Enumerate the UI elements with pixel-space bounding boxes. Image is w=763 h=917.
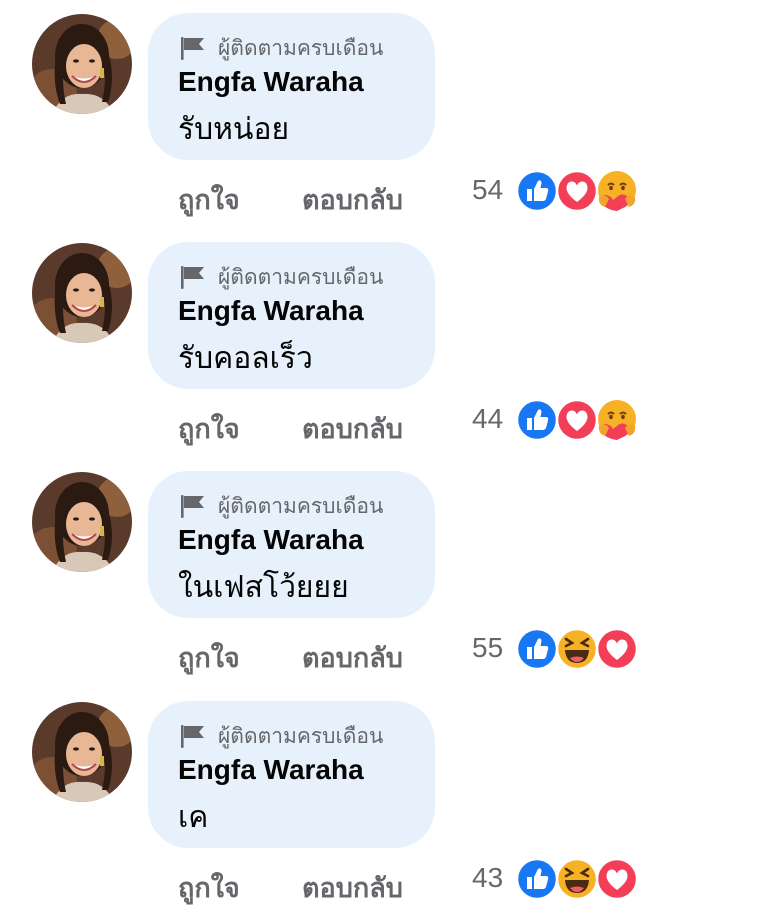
reply-button[interactable]: ตอบกลับ — [302, 178, 403, 221]
avatar[interactable] — [32, 472, 132, 572]
care-reaction-icon — [595, 398, 639, 442]
like-reaction-icon — [515, 398, 559, 442]
avatar[interactable] — [32, 702, 132, 802]
author-name[interactable]: Engfa Waraha — [178, 295, 364, 327]
reaction-count[interactable]: 43 — [472, 862, 503, 894]
reaction-count[interactable]: 54 — [472, 174, 503, 206]
reaction-summary[interactable] — [515, 857, 645, 901]
love-reaction-icon — [555, 169, 599, 213]
flag-icon — [178, 264, 206, 290]
badge-label: ผู้ติดตามครบเดือน — [218, 264, 384, 289]
flag-icon — [178, 493, 206, 519]
avatar[interactable] — [32, 14, 132, 114]
comment-bubble: ผู้ติดตามครบเดือน Engfa Waraha รับหน่อย — [148, 13, 435, 160]
like-reaction-icon — [515, 627, 559, 671]
badge-label: ผู้ติดตามครบเดือน — [218, 493, 384, 518]
avatar[interactable] — [32, 243, 132, 343]
comment-bubble: ผู้ติดตามครบเดือน Engfa Waraha ในเฟสโว้ย… — [148, 471, 435, 618]
follower-badge: ผู้ติดตามครบเดือน — [178, 33, 383, 63]
follower-badge: ผู้ติดตามครบเดือน — [178, 721, 383, 751]
reaction-summary[interactable] — [515, 398, 645, 442]
comment-text: ในเฟสโว้ยยย — [178, 570, 349, 605]
like-reaction-icon — [515, 169, 559, 213]
like-button[interactable]: ถูกใจ — [178, 636, 240, 679]
reaction-summary[interactable] — [515, 169, 645, 213]
flag-icon — [178, 35, 206, 61]
comment: ผู้ติดตามครบเดือน Engfa Waraha รับหน่อย … — [0, 0, 763, 229]
haha-reaction-icon — [555, 627, 599, 671]
reaction-count[interactable]: 44 — [472, 403, 503, 435]
flag-icon — [178, 723, 206, 749]
comment: ผู้ติดตามครบเดือน Engfa Waraha รับคอลเร็… — [0, 229, 763, 458]
comment-text: รับคอลเร็ว — [178, 341, 313, 376]
reply-button[interactable]: ตอบกลับ — [302, 636, 403, 679]
follower-badge: ผู้ติดตามครบเดือน — [178, 262, 383, 292]
comment-text: รับหน่อย — [178, 112, 290, 147]
like-button[interactable]: ถูกใจ — [178, 866, 240, 909]
comment: ผู้ติดตามครบเดือน Engfa Waraha เค ถูกใจ … — [0, 688, 763, 917]
like-button[interactable]: ถูกใจ — [178, 178, 240, 221]
badge-label: ผู้ติดตามครบเดือน — [218, 723, 384, 748]
badge-label: ผู้ติดตามครบเดือน — [218, 35, 384, 60]
reply-button[interactable]: ตอบกลับ — [302, 407, 403, 450]
like-button[interactable]: ถูกใจ — [178, 407, 240, 450]
like-reaction-icon — [515, 857, 559, 901]
reaction-summary[interactable] — [515, 627, 645, 671]
haha-reaction-icon — [555, 857, 599, 901]
author-name[interactable]: Engfa Waraha — [178, 524, 364, 556]
love-reaction-icon — [555, 398, 599, 442]
follower-badge: ผู้ติดตามครบเดือน — [178, 491, 383, 521]
comment-text: เค — [178, 800, 209, 835]
comment-bubble: ผู้ติดตามครบเดือน Engfa Waraha เค — [148, 701, 435, 848]
care-reaction-icon — [595, 169, 639, 213]
love-reaction-icon — [595, 627, 639, 671]
comment-bubble: ผู้ติดตามครบเดือน Engfa Waraha รับคอลเร็… — [148, 242, 435, 389]
author-name[interactable]: Engfa Waraha — [178, 66, 364, 98]
love-reaction-icon — [595, 857, 639, 901]
author-name[interactable]: Engfa Waraha — [178, 754, 364, 786]
reply-button[interactable]: ตอบกลับ — [302, 866, 403, 909]
reaction-count[interactable]: 55 — [472, 632, 503, 664]
comment: ผู้ติดตามครบเดือน Engfa Waraha ในเฟสโว้ย… — [0, 458, 763, 687]
